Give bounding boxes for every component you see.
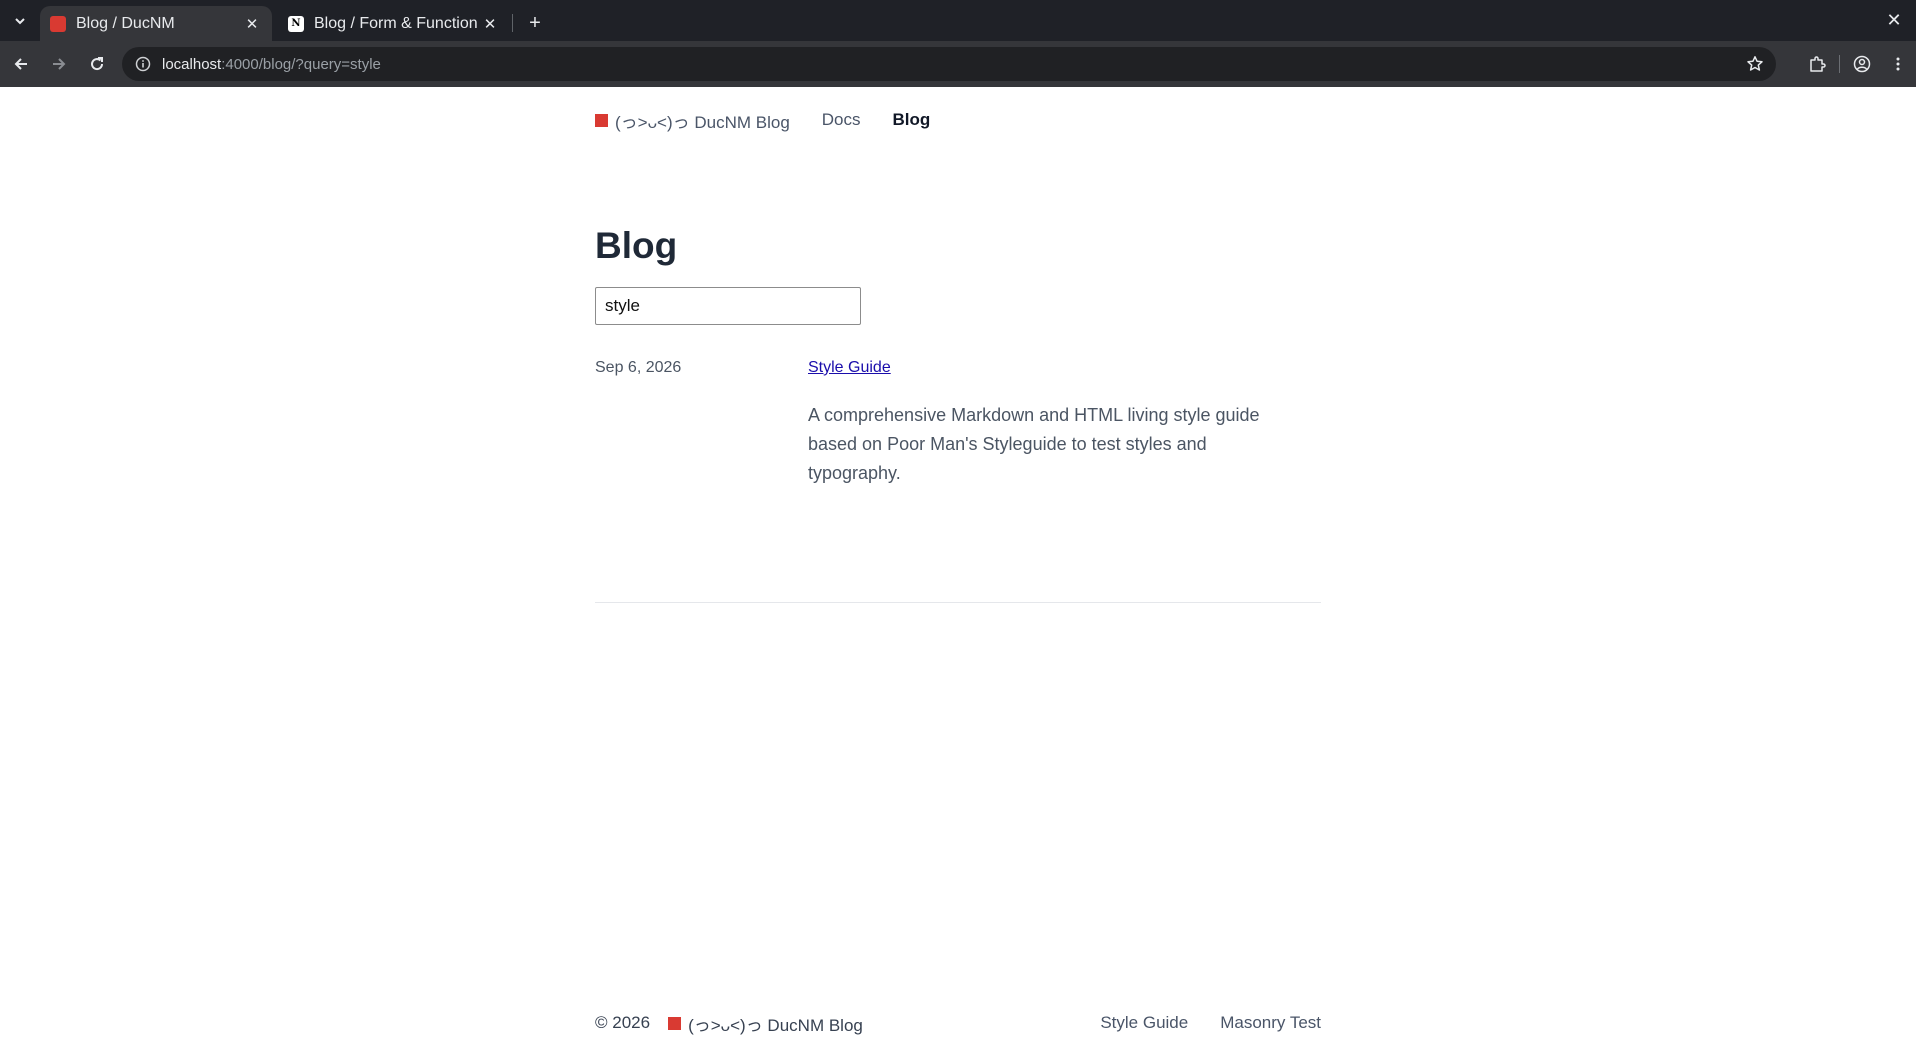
url-path: :4000/blog/?query=style [221,55,381,73]
brand-link[interactable]: (っ˃ᴗ˂)っ DucNM Blog [595,108,790,133]
toolbar-divider [1839,55,1840,73]
page-viewport: (っ˃ᴗ˂)っ DucNM Blog Docs Blog Blog Sep 6,… [0,87,1916,1050]
menu-button[interactable] [1880,46,1916,82]
window-close-button[interactable]: ✕ [1882,8,1906,32]
tab-blog-ducnm[interactable]: Blog / DucNM ✕ [40,6,272,41]
footer-links: Style Guide Masonry Test [1068,1013,1321,1033]
tab-title: Blog / DucNM [76,14,175,32]
page-title: Blog [595,225,678,266]
puzzle-icon [1810,56,1826,72]
brand-name: (っ˃ᴗ˂)っ DucNM Blog [615,112,790,132]
footer-link-style-guide[interactable]: Style Guide [1100,1013,1188,1033]
extensions-button[interactable] [1799,46,1835,82]
footer-brand-link[interactable]: (っ˃ᴗ˂)っ DucNM Blog [668,1011,863,1036]
browser-toolbar: localhost:4000/blog/?query=style [0,41,1916,87]
back-button[interactable] [4,47,38,81]
chevron-down-icon [15,17,25,24]
reload-icon [91,57,104,71]
red-square-icon [50,15,66,32]
search-input[interactable] [595,287,861,325]
address-bar[interactable]: localhost:4000/blog/?query=style [122,47,1776,81]
tab-form-function[interactable]: N Blog / Form & Function ✕ [278,6,510,41]
plus-icon: + [529,12,541,34]
brand-square-icon [668,1016,682,1030]
bookmark-star-icon[interactable] [1744,53,1766,75]
copyright: © 2026 [595,1013,651,1032]
nav-link-docs[interactable]: Docs [822,110,861,130]
footer-link-masonry-test[interactable]: Masonry Test [1220,1013,1321,1033]
site-info-icon[interactable] [132,53,154,75]
close-icon: ✕ [1886,9,1902,30]
tab-strip: Blog / DucNM ✕ N Blog / Form & Function … [0,0,1916,41]
tab-title: Blog / Form & Function [314,14,478,32]
site-footer: © 2026 (っ˃ᴗ˂)っ DucNM Blog Style Guide Ma… [595,1010,1321,1036]
close-tab-icon[interactable]: ✕ [242,14,262,34]
post-title-link[interactable]: Style Guide [808,359,891,377]
new-tab-button[interactable]: + [521,6,549,41]
reload-button[interactable] [80,47,114,81]
site-nav: (っ˃ᴗ˂)っ DucNM Blog Docs Blog [595,105,1321,135]
more-vert-icon [1896,57,1900,71]
arrow-right-icon [53,58,66,70]
post-date: Sep 6, 2026 [595,359,682,376]
close-tab-icon[interactable]: ✕ [480,14,500,34]
list-item: Sep 6, 2026 Style Guide A comprehensive … [595,359,1321,603]
arrow-left-icon [14,58,27,70]
url-host: localhost [162,55,222,73]
nav-link-blog[interactable]: Blog [893,110,931,130]
brand-square-icon [595,113,608,127]
notion-icon: N [288,15,304,32]
tab-separator [512,14,513,32]
tab-search-button[interactable] [0,0,40,41]
url-text: localhost:4000/blog/?query=style [162,56,381,73]
footer-brand-name: (っ˃ᴗ˂)っ DucNM Blog [688,1015,863,1035]
account-icon [1853,55,1871,73]
toolbar-right [1799,41,1916,87]
post-description: A comprehensive Markdown and HTML living… [808,405,1260,483]
profile-button[interactable] [1844,46,1880,82]
forward-button[interactable] [42,47,76,81]
